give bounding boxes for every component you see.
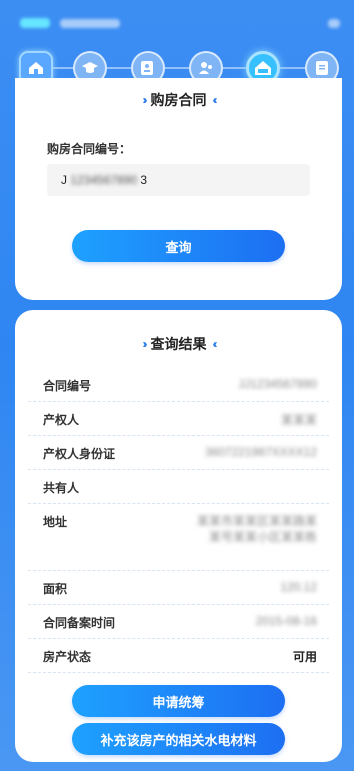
contract-query-card: ›› 购房合同 ‹‹ 购房合同编号： J 1234567890 3 查询 (15, 78, 342, 300)
row-value: 某某市某某区某某路某某号某某小区某某栋 (196, 514, 317, 544)
row-property-status: 房产状态 可用 (28, 639, 329, 673)
contract-number-masked: 1234567890 (67, 173, 141, 187)
row-label: 地址 (43, 515, 68, 529)
row-owner-id: 产权人身份证 3607221987XXXX12 (28, 436, 329, 470)
row-label: 房产状态 (43, 650, 92, 664)
property-status-value: 可用 (292, 650, 317, 664)
row-label: 产权人 (43, 413, 80, 427)
row-label: 共有人 (43, 481, 80, 495)
contract-number-input[interactable]: J 1234567890 3 (47, 164, 310, 196)
document-icon (316, 61, 328, 75)
chevron-left-icon: ‹‹ (212, 93, 218, 107)
home-icon (29, 62, 43, 74)
header (0, 0, 354, 46)
contract-title-text: 购房合同 (150, 92, 207, 108)
row-contract-number: 合同编号 JJ1234567890 (28, 368, 329, 402)
row-value: 3607221987XXXX12 (204, 445, 317, 459)
row-label: 面积 (43, 582, 68, 596)
chevron-left-icon: ‹‹ (212, 337, 218, 351)
chevron-right-icon: ›› (142, 93, 148, 107)
row-value: 120.12 (280, 580, 317, 594)
row-value: JJ1234567890 (238, 377, 317, 391)
user-name (60, 18, 120, 28)
result-title-text: 查询结果 (150, 336, 207, 352)
header-left (20, 18, 120, 28)
row-label: 合同编号 (43, 379, 92, 393)
user-group-icon (199, 62, 212, 74)
row-label: 合同备案时间 (43, 616, 116, 630)
row-co-owner: 共有人 (28, 470, 329, 504)
house-contract-icon (255, 61, 271, 75)
contract-number-suffix: 3 (140, 173, 148, 187)
row-area: 面积 120.12 (28, 571, 329, 605)
contract-number-label: 购房合同编号： (47, 142, 132, 156)
row-value: 2015-08-16 (255, 614, 317, 628)
header-right-text (328, 18, 340, 28)
contract-section-title: ›› 购房合同 ‹‹ (15, 90, 342, 110)
row-value: 某某某 (280, 413, 317, 427)
supplement-materials-button[interactable]: 补充该房产的相关水电材料 (72, 723, 285, 755)
graduation-cap-icon (82, 62, 98, 73)
result-section-title: ›› 查询结果 ‹‹ (15, 334, 342, 354)
row-filing-time: 合同备案时间 2015-08-16 (28, 605, 329, 639)
row-label: 产权人身份证 (43, 447, 116, 461)
chevron-right-icon: ›› (142, 337, 148, 351)
query-result-card: ›› 查询结果 ‹‹ 合同编号 JJ1234567890 产权人 某某某 产权人… (15, 310, 342, 762)
apply-button[interactable]: 申请统筹 (72, 685, 285, 717)
query-button[interactable]: 查询 (72, 230, 285, 262)
row-address: 地址 某某市某某区某某路某某号某某小区某某栋 (28, 504, 329, 571)
app-logo (20, 18, 50, 28)
id-card-icon (141, 61, 153, 75)
row-owner: 产权人 某某某 (28, 402, 329, 436)
result-list: 合同编号 JJ1234567890 产权人 某某某 产权人身份证 3607221… (28, 368, 329, 673)
